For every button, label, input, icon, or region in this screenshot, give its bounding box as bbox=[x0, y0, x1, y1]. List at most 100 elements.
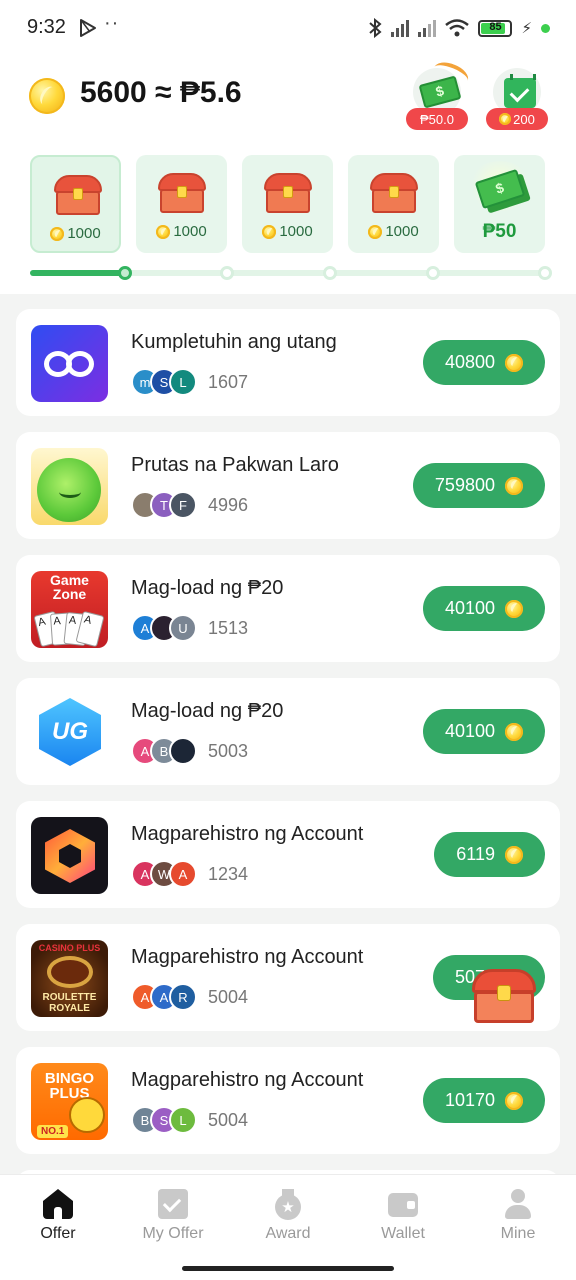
checkin-badge: 200 bbox=[486, 108, 548, 130]
nav-award[interactable]: Award bbox=[240, 1187, 336, 1247]
participant-count: 5004 bbox=[208, 987, 249, 1007]
chest-amount: 1000 bbox=[173, 223, 207, 240]
avatar-group: AU bbox=[131, 614, 197, 642]
progress-step-dot bbox=[323, 266, 337, 280]
nav-label: My Offer bbox=[142, 1225, 204, 1242]
chest-card-4[interactable]: 1000 bbox=[348, 155, 439, 253]
status-time: 9:32 bbox=[27, 16, 66, 38]
treasure-chest-icon bbox=[158, 173, 206, 213]
document-check-icon bbox=[158, 1189, 188, 1219]
chest-card-1[interactable]: 1000 bbox=[30, 155, 121, 253]
offer-card[interactable]: BINGO PLUS NO.1 Magparehistro ng Account B… bbox=[16, 1047, 560, 1154]
roulette-app-icon: CASINO PLUS ROULETTE ROYALE bbox=[31, 940, 108, 1017]
coin-icon bbox=[262, 224, 277, 239]
coin-icon bbox=[505, 845, 523, 864]
coin-icon bbox=[50, 226, 65, 241]
offer-title: Mag-load ng ₱20 bbox=[131, 700, 284, 722]
nav-wallet[interactable]: Wallet bbox=[355, 1187, 451, 1247]
progress-step-dot bbox=[118, 266, 132, 280]
offer-title: Mag-load ng ₱20 bbox=[131, 577, 284, 599]
coin-icon bbox=[505, 722, 523, 741]
chest-card-3[interactable]: 1000 bbox=[242, 155, 333, 253]
reward-button[interactable]: 10170 bbox=[422, 1078, 545, 1123]
reward-button[interactable]: 40100 bbox=[422, 709, 545, 754]
offer-card[interactable]: Magparehistro ng Account AWA 1234 6119 bbox=[16, 801, 560, 908]
offer-title: Kumpletuhin ang utang bbox=[131, 331, 337, 353]
reward-progress-bar bbox=[30, 266, 552, 280]
chest-reward-row: 1000 1000 1000 1000 ₱50 bbox=[30, 155, 546, 255]
progress-step-dot bbox=[538, 266, 552, 280]
checkin-button[interactable]: 200 bbox=[486, 68, 548, 130]
progress-step-dot bbox=[426, 266, 440, 280]
nav-offer[interactable]: Offer bbox=[10, 1187, 106, 1247]
reward-button[interactable]: 40100 bbox=[422, 586, 545, 631]
offer-card[interactable]: Prutas na Pakwan Laro TF 4996 759800 bbox=[16, 432, 560, 539]
participant-count: 1234 bbox=[208, 864, 249, 884]
reward-amount: 40800 bbox=[444, 352, 495, 372]
chest-amount: 1000 bbox=[279, 223, 313, 240]
offer-card[interactable]: Kumpletuhin ang utang mSL 1607 40800 bbox=[16, 309, 560, 416]
chest-card-2[interactable]: 1000 bbox=[136, 155, 227, 253]
avatar-group: TF bbox=[131, 491, 197, 519]
checkin-badge-label: 200 bbox=[513, 111, 535, 127]
participant-count: 5004 bbox=[208, 1110, 249, 1130]
coin-icon bbox=[368, 224, 383, 239]
offer-title: Magparehistro ng Account bbox=[131, 1069, 364, 1091]
treasure-chest-icon bbox=[370, 173, 418, 213]
g-logo-app-icon bbox=[31, 817, 108, 894]
nav-mine[interactable]: Mine bbox=[470, 1187, 566, 1247]
avatar-group: mSL bbox=[131, 368, 197, 396]
ug-app-icon: UG bbox=[31, 694, 108, 771]
coin-icon bbox=[505, 476, 523, 495]
reward-amount: 10170 bbox=[444, 1090, 495, 1110]
cash-reward-button[interactable]: ₱50.0 bbox=[406, 57, 472, 130]
reward-amount: 40100 bbox=[444, 598, 495, 618]
reward-button[interactable]: 6119 bbox=[434, 832, 545, 877]
wifi-icon bbox=[445, 19, 470, 37]
coin-icon bbox=[499, 113, 512, 125]
coin-icon bbox=[29, 78, 65, 114]
avatar-group: BSL bbox=[131, 1106, 197, 1134]
coin-icon bbox=[505, 353, 523, 372]
bluetooth-icon bbox=[369, 18, 382, 38]
notification-dots: ·· bbox=[104, 12, 120, 34]
participant-count: 5003 bbox=[208, 741, 249, 761]
user-icon bbox=[503, 1189, 533, 1219]
offer-card[interactable]: Game Zone AAAA Mag-load ng ₱20 AU 1513 40… bbox=[16, 555, 560, 662]
cash-reward-card[interactable]: ₱50 bbox=[454, 155, 545, 253]
participant-count: 1513 bbox=[208, 618, 249, 638]
bingo-app-icon: BINGO PLUS NO.1 bbox=[31, 1063, 108, 1140]
loan-app-icon bbox=[31, 325, 108, 402]
coin-icon bbox=[505, 1091, 523, 1110]
treasure-chest-icon bbox=[54, 175, 102, 215]
nav-label: Offer bbox=[40, 1225, 76, 1242]
reward-amount: 6119 bbox=[456, 844, 495, 864]
signal-icon-2 bbox=[418, 19, 437, 37]
nav-label: Mine bbox=[500, 1225, 536, 1242]
status-icons: 85 ⚡ bbox=[368, 16, 550, 40]
reward-button[interactable]: 40800 bbox=[422, 340, 545, 385]
coin-balance: 5600 ≈ ₱5.6 bbox=[80, 76, 242, 109]
offer-title: Prutas na Pakwan Laro bbox=[131, 454, 339, 476]
reward-amount: 759800 bbox=[434, 475, 495, 495]
cash-icon bbox=[418, 75, 462, 109]
chest-amount: 1000 bbox=[67, 225, 101, 242]
floating-treasure-chest-icon[interactable] bbox=[468, 965, 540, 1027]
status-dot bbox=[541, 23, 550, 33]
nav-label: Wallet bbox=[381, 1225, 425, 1242]
calendar-check-icon bbox=[504, 74, 536, 108]
participant-count: 1607 bbox=[208, 372, 249, 392]
user-avatar: L bbox=[169, 368, 197, 396]
progress-step-dot bbox=[220, 266, 234, 280]
reward-button[interactable]: 759800 bbox=[412, 463, 545, 508]
offer-title: Magparehistro ng Account bbox=[131, 946, 364, 968]
offer-card[interactable]: UG Mag-load ng ₱20 AB 5003 40100 bbox=[16, 678, 560, 785]
chest-amount: 1000 bbox=[385, 223, 419, 240]
status-bar: 9:32 ·· 85 ⚡ bbox=[0, 0, 576, 56]
nav-my-offer[interactable]: My Offer bbox=[125, 1187, 221, 1247]
gesture-bar bbox=[182, 1266, 394, 1271]
avatar-group: AAR bbox=[131, 983, 197, 1011]
user-avatar: R bbox=[169, 983, 197, 1011]
signal-icon bbox=[391, 19, 410, 37]
cash-badge-label: ₱50.0 bbox=[420, 111, 454, 127]
